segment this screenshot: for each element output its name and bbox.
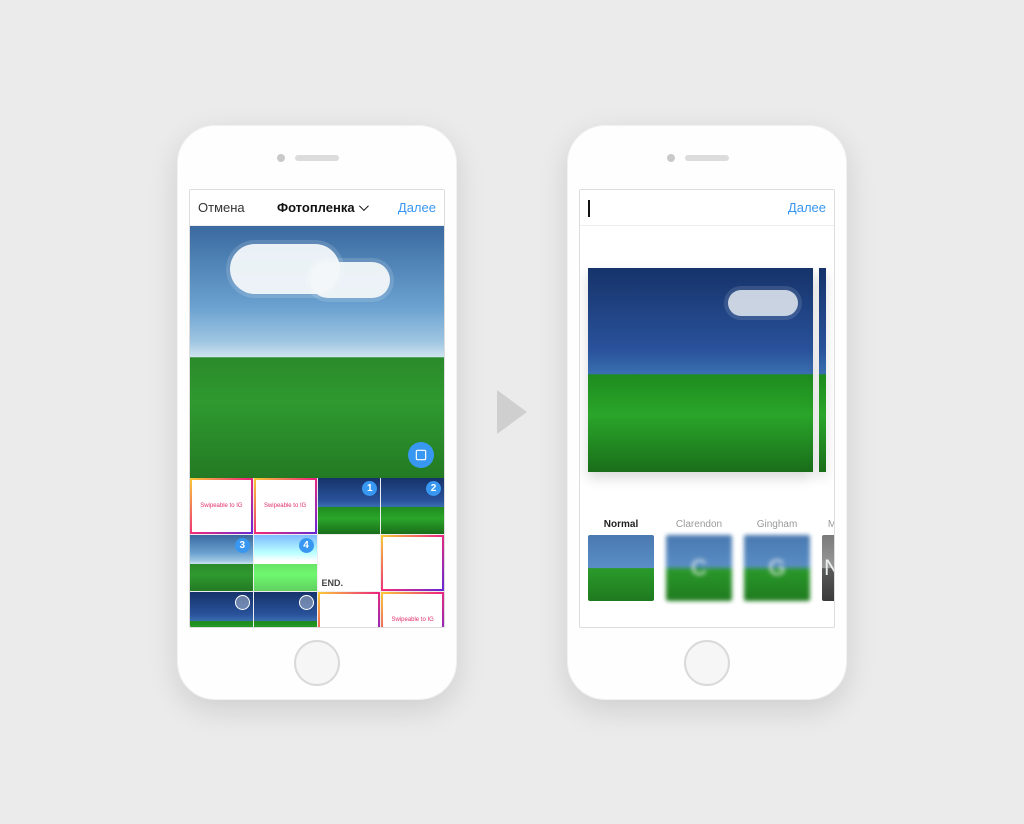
grid-thumb[interactable]: 1 (318, 478, 381, 534)
phone-speaker (295, 155, 339, 161)
grid-thumb[interactable] (190, 592, 253, 627)
home-button[interactable] (294, 640, 340, 686)
grid-thumb[interactable]: 4 (254, 535, 317, 591)
filter-gingham[interactable]: Gingham G (744, 519, 810, 617)
selection-badge: 2 (426, 481, 441, 496)
arrow-right-icon (497, 390, 527, 434)
grid-thumb[interactable]: END. (318, 535, 381, 591)
home-button[interactable] (684, 640, 730, 686)
carousel-slide[interactable] (588, 268, 813, 472)
album-dropdown[interactable]: Фотопленка (277, 200, 366, 215)
selection-badge: 3 (235, 538, 250, 553)
filter-normal[interactable]: Normal (588, 519, 654, 617)
landscape-image (190, 226, 444, 478)
landscape-image (588, 268, 813, 472)
filter-clarendon[interactable]: Clarendon C (666, 519, 732, 617)
filter-strip[interactable]: NormalClarendonCGinghamGMN (580, 515, 834, 627)
selection-badge-empty (299, 595, 314, 610)
next-button[interactable]: Далее (398, 200, 436, 215)
album-title: Фотопленка (277, 200, 355, 215)
grid-thumb[interactable] (318, 592, 381, 627)
phone-speaker (685, 155, 729, 161)
chevron-down-icon (359, 201, 369, 211)
expand-crop-button[interactable] (408, 442, 434, 468)
grid-thumb[interactable] (254, 592, 317, 627)
filter-swatch (588, 535, 654, 601)
grid-thumb[interactable]: Swipeable to IG (381, 592, 444, 627)
grid-thumb[interactable]: Swipeable to IG (190, 478, 253, 534)
thumb-caption: Swipeable to IG (264, 503, 306, 509)
thumb-caption: Swipeable to IG (200, 503, 242, 509)
phone-camera (277, 154, 285, 162)
filter-label: Clarendon (676, 519, 722, 530)
grid-thumb[interactable]: 2 (381, 478, 444, 534)
next-button[interactable]: Далее (788, 200, 826, 215)
selection-badge-empty (235, 595, 250, 610)
filter-swatch: N (822, 535, 834, 601)
filter-label: M (828, 519, 834, 530)
phone-left: Отмена Фотопленка Далее Swipeable to (177, 125, 457, 700)
cancel-button[interactable]: Отмена (198, 200, 245, 215)
grid-thumb[interactable] (381, 535, 444, 591)
carousel-slide-next[interactable] (819, 268, 826, 472)
back-button[interactable] (588, 200, 590, 215)
thumb-caption: Swipeable to IG (391, 617, 433, 623)
filter-swatch: C (666, 535, 732, 601)
grid-thumb[interactable]: Swipeable to IG (254, 478, 317, 534)
nav-bar: Отмена Фотопленка Далее (190, 190, 444, 226)
screen-gallery: Отмена Фотопленка Далее Swipeable to (189, 189, 445, 628)
filter-swatch: G (744, 535, 810, 601)
expand-icon (414, 448, 428, 462)
grid-thumb[interactable]: 3 (190, 535, 253, 591)
photo-grid: Swipeable to IG Swipeable to IG 1 2 3 (190, 478, 444, 627)
selection-badge-empty (426, 538, 441, 553)
selection-badge-empty (362, 538, 377, 553)
screen-filters: Далее NormalClarendonCGinghamGMN (579, 189, 835, 628)
photo-preview[interactable] (190, 226, 444, 478)
selection-badge: 1 (362, 481, 377, 496)
nav-bar: Далее (580, 190, 834, 226)
selection-badge: 4 (299, 538, 314, 553)
chevron-left-icon (588, 200, 590, 217)
filter-m[interactable]: MN (822, 519, 834, 617)
phone-right: Далее NormalClarendonCGinghamGMN (567, 125, 847, 700)
filter-label: Normal (604, 519, 638, 530)
carousel[interactable] (580, 226, 834, 515)
filter-label: Gingham (757, 519, 798, 530)
phone-camera (667, 154, 675, 162)
thumb-caption: END. (322, 578, 344, 588)
